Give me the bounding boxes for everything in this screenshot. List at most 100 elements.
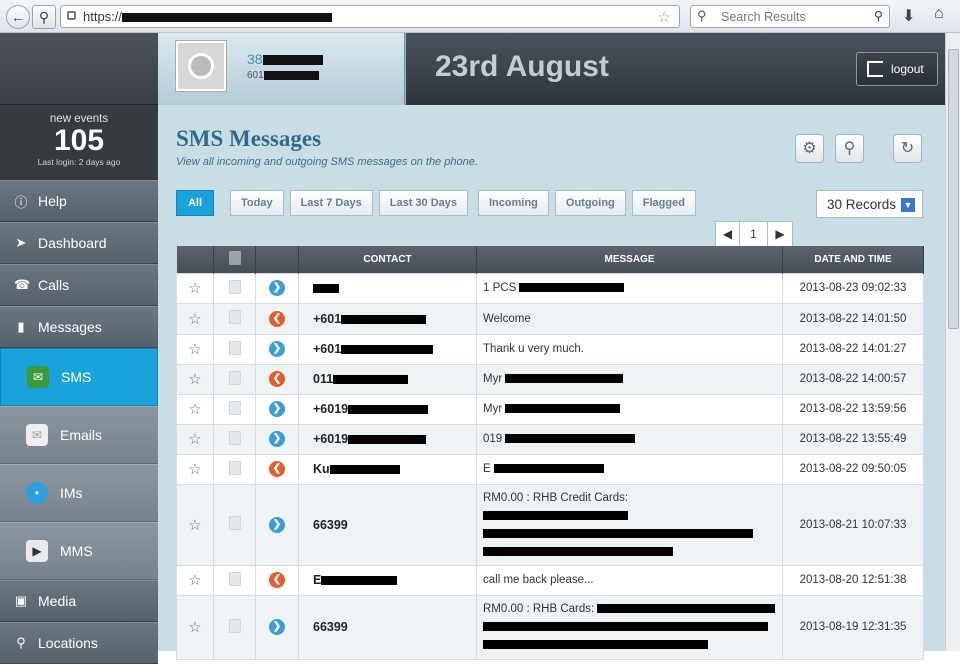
sidebar-item-label: Help <box>38 193 67 209</box>
sidebar-item-label: Dashboard <box>38 235 107 251</box>
star-icon[interactable]: ☆ <box>188 341 201 358</box>
trash-icon[interactable] <box>228 279 241 294</box>
picture-icon: ▣ <box>14 593 28 608</box>
trash-icon[interactable] <box>228 430 241 445</box>
sidebar-item-locations[interactable]: ⚲ Locations <box>0 622 158 664</box>
filter-flagged[interactable]: Flagged <box>631 190 696 216</box>
search-icon[interactable]: ⚲ <box>874 8 883 23</box>
trash-icon[interactable] <box>228 400 241 415</box>
table-row[interactable]: ☆ ❮ +601 Welcome 2013-08-22 14:01:50 <box>176 302 924 335</box>
avatar[interactable] <box>176 41 226 91</box>
sidebar-item-help[interactable]: ⓘ Help <box>0 180 158 222</box>
back-button[interactable]: ← <box>6 5 30 29</box>
sms-icon: ✉ <box>27 366 49 388</box>
filter-incoming[interactable]: Incoming <box>478 190 549 216</box>
star-icon[interactable]: ☆ <box>188 517 201 534</box>
message-header[interactable]: MESSAGE <box>476 246 783 273</box>
scrollbar[interactable] <box>945 33 960 651</box>
date-text: 2013-08-22 14:00:57 <box>799 373 907 385</box>
date-text: 2013-08-22 13:55:49 <box>799 433 907 445</box>
direction-cell: ❯ <box>255 483 299 566</box>
trash-icon[interactable] <box>228 340 241 355</box>
contact-cell: +6019 <box>298 393 477 425</box>
bookmark-star-icon[interactable]: ☆ <box>658 8 671 26</box>
next-page-button[interactable]: ▶ <box>768 222 792 246</box>
table-row[interactable]: ☆ ❮ Ku E 2013-08-22 09:50:05 <box>176 453 924 485</box>
trash-icon[interactable] <box>228 370 241 385</box>
sidebar-item-mms[interactable]: ▶ MMS <box>0 522 158 580</box>
contact-header[interactable]: CONTACT <box>298 246 477 273</box>
message-cell: call me back please... <box>476 564 783 596</box>
star-icon[interactable]: ☆ <box>188 401 201 418</box>
trash-cell <box>213 423 256 455</box>
contact-cell <box>298 272 477 304</box>
logout-button[interactable]: logout <box>856 52 938 86</box>
filter-outgoing[interactable]: Outgoing <box>554 190 626 216</box>
star-cell: ☆ <box>176 423 214 455</box>
contact-text: Ku <box>313 462 330 476</box>
message-cell: Welcome <box>476 302 783 335</box>
star-icon[interactable]: ☆ <box>188 371 201 388</box>
table-row[interactable]: ☆ ❯ 66399 RM0.00 : RHB Credit Cards: 2013-0… <box>176 483 924 566</box>
url-redacted <box>122 13 333 23</box>
incoming-arrow-icon: ❯ <box>269 280 285 296</box>
table-row[interactable]: ☆ ❯ +601 Thank u very much. 2013-08-22 14:01… <box>176 333 924 365</box>
contact-cell: Ku <box>298 453 477 485</box>
date-header[interactable]: DATE AND TIME <box>782 246 924 273</box>
table-row[interactable]: ☆ ❮ 011 Myr 2013-08-22 14:00:57 <box>176 363 924 395</box>
filter-last-30-days[interactable]: Last 30 Days <box>378 190 468 216</box>
date-text: 2013-08-23 09:02:33 <box>799 282 907 294</box>
star-icon[interactable]: ☆ <box>188 619 201 636</box>
trash-cell <box>213 564 256 596</box>
sidebar-item-calls[interactable]: ☎ Calls <box>0 264 158 306</box>
filter-all[interactable]: All <box>176 190 214 216</box>
star-icon[interactable]: ☆ <box>188 461 201 478</box>
filter-last-7-days[interactable]: Last 7 Days <box>289 190 373 216</box>
trash-icon[interactable] <box>228 250 241 265</box>
phone-number-secondary: 601 <box>247 70 319 81</box>
sidebar-item-ims[interactable]: • IMs <box>0 464 158 522</box>
page-number[interactable]: 1 <box>740 222 768 246</box>
sidebar-item-messages[interactable]: ▮ Messages <box>0 306 158 348</box>
table-row[interactable]: ☆ ❯ 66399 RM0.00 : RHB Cards: 2013-08-19 12… <box>176 594 924 660</box>
filter-today[interactable]: Today <box>230 190 284 216</box>
table-row[interactable]: ☆ ❯ 1 PCS 2013-08-23 09:02:33 <box>176 272 924 304</box>
star-cell: ☆ <box>176 564 214 596</box>
settings-button[interactable]: ⚙ <box>795 134 824 163</box>
sidebar-item-emails[interactable]: ✉ Emails <box>0 406 158 464</box>
key-icon[interactable]: ⚲ <box>32 5 56 29</box>
table-row[interactable]: ☆ ❯ +6019 019 2013-08-22 13:55:49 <box>176 423 924 455</box>
date-text: 2013-08-22 14:01:27 <box>799 343 907 355</box>
sidebar-item-dashboard[interactable]: ➤ Dashboard <box>0 222 158 264</box>
events-panel: new events 105 Last login: 2 days ago <box>0 105 158 180</box>
trash-icon[interactable] <box>228 618 241 633</box>
search-field[interactable]: ⚲ Search Results ⚲ <box>690 5 890 28</box>
records-select[interactable]: 30 Records ▼ <box>816 190 923 218</box>
sidebar-item-media[interactable]: ▣ Media <box>0 580 158 622</box>
sidebar-item-sms[interactable]: ✉ SMS <box>0 348 158 406</box>
trash-icon[interactable] <box>228 310 241 324</box>
message-text: E <box>483 463 491 475</box>
star-icon[interactable]: ☆ <box>188 311 201 328</box>
trash-icon[interactable] <box>228 460 241 475</box>
events-count: 105 <box>53 124 105 157</box>
search-button[interactable]: ⚲ <box>835 134 864 163</box>
star-icon[interactable]: ☆ <box>188 280 201 297</box>
sms-table: CONTACT MESSAGE DATE AND TIME ☆ ❯ 1 PCS 20… <box>176 246 924 660</box>
star-icon[interactable]: ☆ <box>188 431 201 448</box>
sidebar-item-label: Locations <box>38 635 98 651</box>
star-icon[interactable]: ☆ <box>188 572 201 589</box>
download-icon[interactable]: ⬇ <box>902 6 915 26</box>
prev-page-button[interactable]: ◀ <box>716 222 740 246</box>
scrollbar-thumb[interactable] <box>948 49 959 329</box>
sidebar-item-label: MMS <box>60 543 93 559</box>
trash-cell <box>213 272 256 304</box>
trash-icon[interactable] <box>228 571 241 586</box>
trash-icon[interactable] <box>228 516 241 530</box>
home-icon[interactable]: ⌂ <box>934 5 944 23</box>
table-row[interactable]: ☆ ❮ Ecall me back please... 2013-08-20 12:5… <box>176 564 924 596</box>
table-row[interactable]: ☆ ❯ +6019 Myr 2013-08-22 13:59:56 <box>176 393 924 425</box>
address-bar[interactable]: https:// ☆ <box>60 5 680 28</box>
trash-cell <box>213 594 256 660</box>
refresh-button[interactable]: ↻ <box>893 134 922 163</box>
